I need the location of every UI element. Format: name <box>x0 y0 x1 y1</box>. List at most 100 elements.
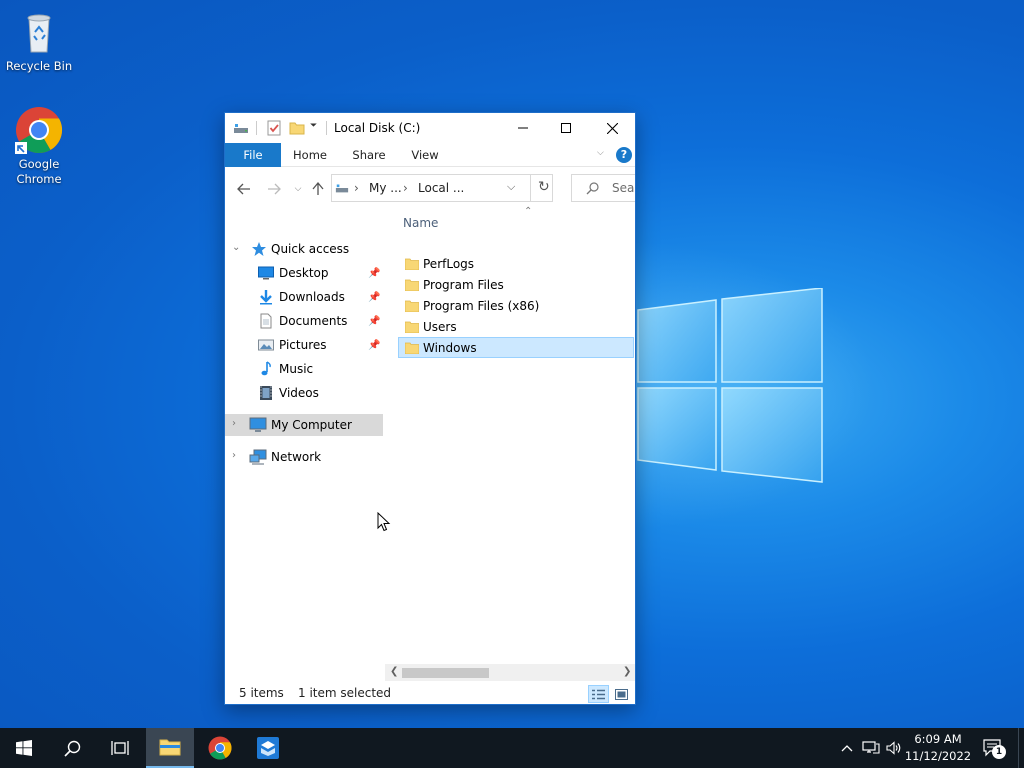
separator <box>256 121 257 135</box>
recycle-bin-label: Recycle Bin <box>5 59 73 73</box>
task-view-button[interactable] <box>96 728 144 768</box>
tab-share[interactable]: Share <box>345 143 393 167</box>
network-status-button[interactable] <box>860 728 882 768</box>
file-name: Users <box>423 319 457 334</box>
forward-button[interactable] <box>264 179 284 199</box>
nav-network[interactable]: › Network <box>225 446 383 468</box>
refresh-icon[interactable]: ↻ <box>538 179 550 195</box>
notification-count-badge: 1 <box>992 745 1006 759</box>
search-icon <box>586 182 599 195</box>
search-icon <box>63 740 80 757</box>
folder-icon <box>405 300 419 312</box>
file-row[interactable]: Users <box>399 316 635 337</box>
breadcrumb-my-computer[interactable]: My ... <box>369 181 402 195</box>
title-bar[interactable]: ⏷ Local Disk (C:) <box>225 113 635 143</box>
nav-pictures[interactable]: Pictures 📌 <box>225 334 383 356</box>
pictures-icon <box>258 339 274 351</box>
address-bar[interactable]: › My ... › Local ... ⌵ ↻ <box>331 174 553 202</box>
chevron-up-icon <box>841 745 853 752</box>
close-button[interactable] <box>589 113 635 143</box>
taskbar-chrome[interactable] <box>196 728 244 768</box>
file-name: Windows <box>423 340 477 355</box>
search-box[interactable]: Sear <box>571 174 635 202</box>
breadcrumb-separator-icon: › <box>354 181 359 195</box>
show-desktop-button[interactable] <box>1018 728 1024 768</box>
taskbar-file-explorer[interactable] <box>146 728 194 768</box>
music-icon <box>261 361 271 376</box>
chrome-icon <box>208 736 232 760</box>
pin-icon[interactable]: 📌 <box>368 340 380 351</box>
chrome-icon <box>15 106 63 154</box>
drive-icon <box>234 124 248 133</box>
customize-qat-icon[interactable]: ⏷ <box>310 121 317 137</box>
up-button[interactable] <box>308 179 328 199</box>
nav-desktop[interactable]: Desktop 📌 <box>225 262 383 284</box>
scroll-right-icon[interactable]: ❯ <box>623 666 631 677</box>
pin-icon[interactable]: 📌 <box>368 292 380 303</box>
volume-button[interactable] <box>884 728 904 768</box>
file-explorer-icon <box>159 739 181 756</box>
taskbar-app[interactable] <box>244 728 292 768</box>
maximize-icon <box>561 123 571 133</box>
horizontal-scrollbar[interactable]: ❮ ❯ <box>385 664 635 681</box>
nav-music[interactable]: Music <box>225 358 383 380</box>
close-icon <box>606 122 618 134</box>
clock-time: 6:09 AM <box>914 732 962 746</box>
item-count: 5 items <box>239 686 284 700</box>
tab-file[interactable]: File <box>225 143 281 167</box>
nav-videos[interactable]: Videos <box>225 382 383 404</box>
desktop-icon <box>258 266 274 280</box>
nav-quick-access[interactable]: ⌄ Quick access <box>225 238 383 260</box>
nav-documents[interactable]: Documents 📌 <box>225 310 383 332</box>
help-icon[interactable]: ? <box>616 147 632 163</box>
minimize-button[interactable] <box>500 113 546 143</box>
network-status-icon <box>862 741 880 754</box>
documents-icon <box>260 313 272 329</box>
pin-icon[interactable]: 📌 <box>368 316 380 327</box>
back-button[interactable] <box>234 179 254 199</box>
scrollbar-thumb[interactable] <box>402 668 489 678</box>
details-view-button[interactable] <box>588 685 609 703</box>
folder-icon <box>405 321 419 333</box>
videos-icon <box>260 386 272 400</box>
network-icon <box>249 449 267 465</box>
pin-icon[interactable]: 📌 <box>368 268 380 279</box>
address-dropdown-icon[interactable]: ⌵ <box>507 180 515 194</box>
expand-ribbon-icon[interactable]: ⌵ <box>597 148 604 158</box>
new-folder-icon[interactable] <box>289 120 305 136</box>
nav-downloads[interactable]: Downloads 📌 <box>225 286 383 308</box>
file-row[interactable]: Program Files <box>399 274 635 295</box>
desktop-icon-recycle-bin[interactable]: Recycle Bin <box>1 8 77 74</box>
action-center-button[interactable]: 1 <box>980 728 1006 768</box>
separator <box>326 121 327 135</box>
show-hidden-icons-button[interactable] <box>838 728 856 768</box>
tab-home[interactable]: Home <box>287 143 333 167</box>
file-row-selected[interactable]: Windows <box>398 337 634 358</box>
desktop-icon-chrome[interactable]: Google Chrome <box>1 106 77 187</box>
scroll-left-icon[interactable]: ❮ <box>390 666 398 677</box>
file-row[interactable]: PerfLogs <box>399 253 635 274</box>
file-name: Program Files <box>423 277 504 292</box>
large-icons-view-button[interactable] <box>611 685 632 703</box>
clock-date: 11/12/2022 <box>904 749 972 763</box>
star-icon <box>252 242 266 256</box>
task-view-icon <box>111 741 129 755</box>
drive-icon <box>335 184 349 193</box>
breadcrumb-local-disk[interactable]: Local ... <box>418 181 464 195</box>
start-button[interactable] <box>0 728 48 768</box>
folder-icon <box>405 258 419 270</box>
recent-locations-icon[interactable]: ⌵ <box>288 179 308 199</box>
properties-icon[interactable] <box>267 120 281 136</box>
maximize-button[interactable] <box>543 113 589 143</box>
file-row[interactable]: Program Files (x86) <box>399 295 635 316</box>
windows-start-icon <box>16 740 32 756</box>
search-button[interactable] <box>48 728 96 768</box>
collapsed-chevron-icon[interactable]: › <box>232 418 236 429</box>
nav-my-computer[interactable]: › My Computer <box>225 414 383 436</box>
expanded-chevron-icon[interactable]: ⌄ <box>232 242 240 253</box>
search-placeholder: Sear <box>612 181 635 195</box>
collapsed-chevron-icon[interactable]: › <box>232 450 236 461</box>
taskbar-clock[interactable]: 6:09 AM 11/12/2022 <box>904 731 972 765</box>
tab-view[interactable]: View <box>403 143 447 167</box>
speaker-icon <box>886 741 901 755</box>
